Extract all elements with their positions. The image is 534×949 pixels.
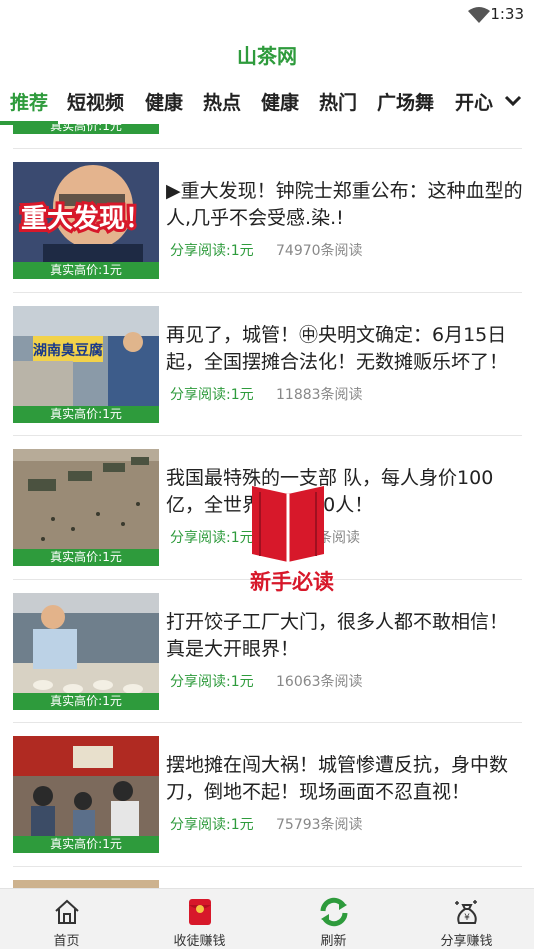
list-item[interactable]: 重大发现！ 真实高价:1元 ▶重大发现！钟院士郑重公布：这种血型的人,几乎不会受… [0,162,534,282]
article-thumbnail: 真实高价:1元 [13,593,159,710]
price-tag: 真实高价:1元 [13,836,159,853]
divider [13,866,522,867]
list-item[interactable]: 湖南臭豆腐 真实高价:1元 再见了，城管！㊥央明文确定：6月15日起，全国摆摊合… [0,306,534,426]
refresh-icon [320,897,347,927]
red-envelope-icon [188,899,211,925]
tab-square-dance[interactable]: 广场舞 [377,88,434,115]
read-count: 74970条阅读 [276,243,363,259]
article-title[interactable]: 摆地摊在闯大祸！城管惨遭反抗，身中数刀，倒地不起！现场画面不忍直视！ [166,752,526,806]
nav-home-label: 首页 [53,934,80,949]
tab-short-video[interactable]: 短视频 [67,88,124,115]
price-tag: 真实高价:1元 [13,693,159,710]
article-title[interactable]: 再见了，城管！㊥央明文确定：6月15日起，全国摆摊合法化！无数摊贩乐坏了！ [166,322,526,376]
newbie-guide-label: 新手必读 [250,570,334,594]
list-item[interactable]: 真实高价:1元 摆地摊在闯大祸！城管惨遭反抗，身中数刀，倒地不起！现场画面不忍直… [0,736,534,856]
divider [13,292,522,293]
tab-health[interactable]: 健康 [145,88,183,115]
nav-share-earn-label: 分享赚钱 [440,934,493,949]
article-thumbnail: 真实高价:1元 [13,736,159,853]
article-thumbnail [13,880,159,888]
nav-home[interactable]: 首页 [0,889,133,949]
tab-recommend[interactable]: 推荐 [10,88,48,115]
divider [13,722,522,723]
share-reward: 分享阅读:1元 [170,817,254,833]
tab-happy[interactable]: 开心 [455,88,493,115]
thumbnail-caption: 重大发现！ [21,203,151,234]
price-tag: 真实高价:1元 [13,262,159,279]
share-reward: 分享阅读:1元 [170,243,254,259]
list-item[interactable]: 真实高价:1元 打开饺子工厂大门，很多人都不敢相信！真是大开眼界！ 分享阅读:1… [0,593,534,713]
nav-recruit-earn-label: 收徒赚钱 [173,934,226,949]
article-thumbnail: 重大发现！ 真实高价:1元 [13,162,159,279]
tab-health-2[interactable]: 健康 [261,88,299,115]
nav-refresh[interactable]: 刷新 [267,889,400,949]
article-title[interactable]: 打开饺子工厂大门，很多人都不敢相信！真是大开眼界！ [166,609,526,663]
book-icon [252,486,324,562]
nav-refresh-label: 刷新 [320,934,347,949]
tab-popular[interactable]: 热门 [319,88,357,115]
status-bar: 1:33 [0,0,534,30]
status-time: 1:33 [490,5,524,23]
price-tag: 真实高价:1元 [13,549,159,566]
nav-recruit-earn[interactable]: 收徒赚钱 [133,889,266,949]
divider [13,148,522,149]
newbie-guide-badge[interactable]: 新手必读 [236,484,348,600]
bottom-nav: 首页 收徒赚钱 刷新 ¥ 分享赚钱 [0,888,534,949]
share-reward: 分享阅读:1元 [170,387,254,403]
app-title: 山茶网 [237,44,297,68]
divider [13,435,522,436]
nav-share-earn[interactable]: ¥ 分享赚钱 [400,889,533,949]
category-tabs: 推荐 短视频 健康 热点 健康 热门 广场舞 开心 [0,84,534,125]
price-tag: 真实高价:1元 [13,124,159,134]
tab-hot-topics[interactable]: 热点 [203,88,241,115]
money-bag-icon: ¥ [454,900,477,924]
home-icon [54,899,79,924]
read-count: 75793条阅读 [276,817,363,833]
read-count: 11883条阅读 [276,387,363,403]
svg-text:¥: ¥ [464,913,470,923]
share-reward: 分享阅读:1元 [170,674,254,690]
article-thumbnail: 湖南臭豆腐 真实高价:1元 [13,306,159,423]
price-tag: 真实高价:1元 [13,406,159,423]
wifi-icon [468,7,490,23]
chevron-down-icon[interactable] [502,90,524,112]
article-title[interactable]: ▶重大发现！钟院士郑重公布：这种血型的人,几乎不会受感.染.! [166,178,526,232]
thumbnail-caption: 湖南臭豆腐 [33,342,103,359]
article-thumbnail: 真实高价:1元 [13,449,159,566]
read-count: 16063条阅读 [276,674,363,690]
